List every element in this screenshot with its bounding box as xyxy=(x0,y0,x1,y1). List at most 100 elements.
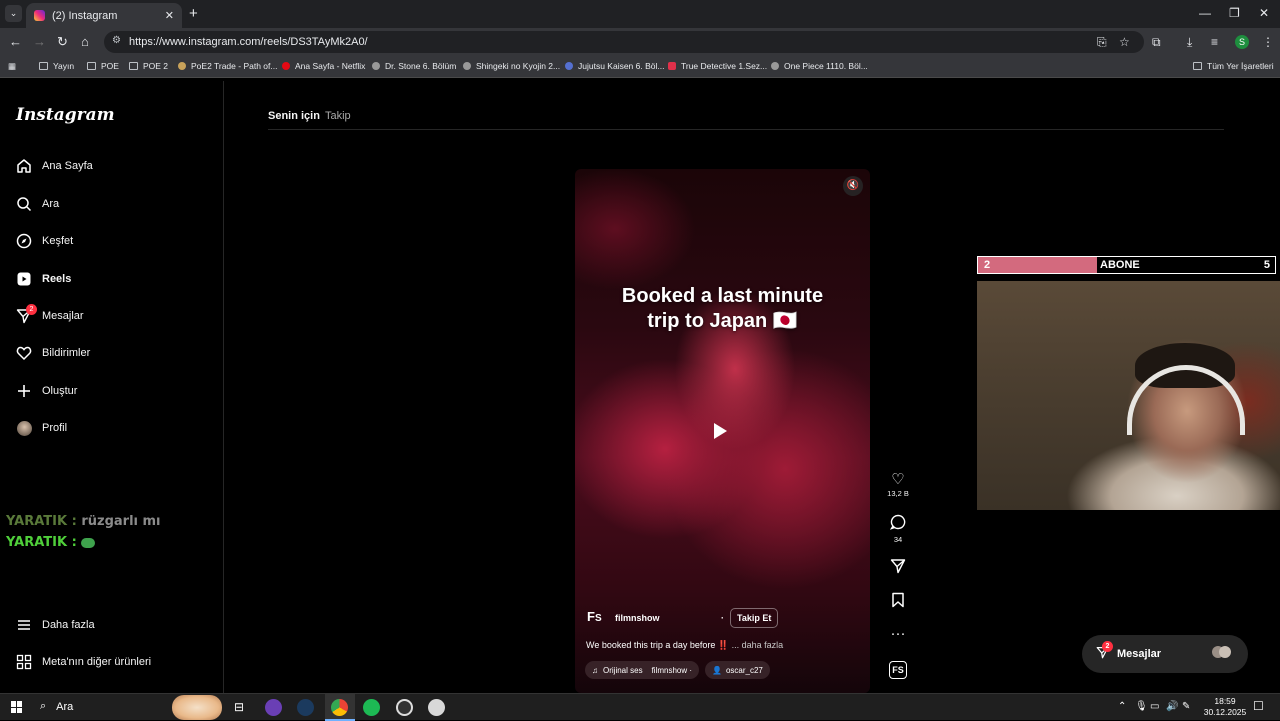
more-link[interactable]: ... daha fazla xyxy=(732,640,784,650)
tab-following[interactable]: Takip xyxy=(325,110,351,122)
microphone-icon[interactable]: 🎙 xyxy=(1135,701,1148,712)
emote-icon xyxy=(81,537,96,548)
bookmark-item[interactable]: True Detective 1.Sez... xyxy=(668,61,767,71)
bookmark-item[interactable]: Ana Sayfa - Netflix xyxy=(282,61,365,71)
audio-page-button[interactable]: FS xyxy=(886,661,910,679)
follow-group: · Takip Et xyxy=(721,608,779,628)
tab-search-button[interactable]: ⌄ xyxy=(5,5,22,22)
bookmark-item[interactable]: Shingeki no Kyojin 2... xyxy=(463,61,560,71)
obs-icon[interactable] xyxy=(396,699,413,716)
avatar-stack xyxy=(1212,646,1231,662)
site-icon xyxy=(668,62,676,70)
netflix-icon xyxy=(282,62,290,70)
bookmark-item[interactable]: One Piece 1110. Böl... xyxy=(771,61,868,71)
bookmark-icon xyxy=(886,592,910,613)
folder-icon xyxy=(87,62,96,70)
app-icon[interactable] xyxy=(428,699,445,716)
home-icon xyxy=(16,158,32,174)
notifications-icon[interactable]: ☐ xyxy=(1253,699,1264,713)
forward-icon[interactable]: → xyxy=(33,34,46,49)
heart-icon xyxy=(16,345,32,361)
task-view-icon[interactable]: ⊟ xyxy=(234,700,244,714)
mute-icon[interactable]: 🔇 xyxy=(843,176,863,196)
bookmark-folder[interactable]: Yayın xyxy=(39,61,74,71)
sidebar-item-home[interactable]: Ana Sayfa xyxy=(16,158,93,174)
sidebar-item-search[interactable]: Ara xyxy=(16,196,59,212)
sidebar-item-profile[interactable]: Profil xyxy=(16,420,67,436)
sub-goal-target: 5 xyxy=(1263,259,1270,271)
extensions-icon[interactable]: ⧉ xyxy=(1152,35,1161,50)
sub-goal-label: ABONE xyxy=(1100,259,1140,271)
chevron-up-icon[interactable]: ⌃ xyxy=(1118,701,1126,712)
more-dots-icon: ··· xyxy=(890,625,906,642)
sidebar-item-explore[interactable]: Keşfet xyxy=(16,233,73,249)
messages-pill[interactable]: 2 Mesajlar xyxy=(1082,635,1248,673)
bookmark-folder[interactable]: POE 2 xyxy=(129,61,168,71)
share-button[interactable] xyxy=(886,558,910,579)
bookmark-folder[interactable]: POE xyxy=(87,61,119,71)
play-icon[interactable] xyxy=(714,423,727,439)
app-icon-discord[interactable] xyxy=(265,699,282,716)
new-tab-button[interactable]: + xyxy=(189,5,198,22)
close-window-button[interactable]: ✕ xyxy=(1259,6,1269,20)
instagram-favicon xyxy=(34,10,45,21)
menu-kebab-icon[interactable]: ⋮ xyxy=(1262,35,1274,49)
messages-pill-badge: 2 xyxy=(1102,641,1113,652)
account-name[interactable]: filmnshow xyxy=(615,613,660,623)
address-bar[interactable]: ⚙ https://www.instagram.com/reels/DS3TAy… xyxy=(104,31,1144,53)
tagged-user-chip[interactable]: 👤 oscar_c27 xyxy=(705,661,770,679)
clock[interactable]: 18:59 30.12.2025 xyxy=(1202,696,1248,718)
chrome-icon[interactable] xyxy=(331,699,348,716)
browser-toolbar: ← → ↻ ⌂ ⚙ https://www.instagram.com/reel… xyxy=(0,28,1280,56)
bookmark-item[interactable]: Dr. Stone 6. Bölüm xyxy=(372,61,456,71)
instagram-logo[interactable]: Instagram xyxy=(16,105,115,125)
sidebar-item-meta[interactable]: Meta'nın diğer ürünleri xyxy=(16,654,151,670)
reading-list-icon[interactable]: ≡ xyxy=(1211,35,1218,49)
reel-video[interactable]: 🔇 Booked a last minute trip to Japan 🇯🇵 … xyxy=(575,169,870,693)
comment-button[interactable]: 34 xyxy=(886,514,910,544)
profile-avatar[interactable]: S xyxy=(1235,35,1249,49)
pen-icon[interactable]: ✎ xyxy=(1182,701,1190,712)
network-icon[interactable]: ▭ xyxy=(1150,701,1159,712)
save-button[interactable] xyxy=(886,592,910,613)
comment-count: 34 xyxy=(893,535,903,544)
sidebar-item-create[interactable]: Oluştur xyxy=(16,383,77,399)
chat-message: YARATIK : xyxy=(6,535,96,550)
spotify-icon[interactable] xyxy=(363,699,380,716)
bookmark-item[interactable]: Jujutsu Kaisen 6. Böl... xyxy=(565,61,664,71)
downloads-icon[interactable]: ⤓ xyxy=(1187,35,1192,50)
reels-icon xyxy=(16,271,32,287)
bookmark-item[interactable]: PoE2 Trade - Path of... xyxy=(178,61,277,71)
browser-tab[interactable]: (2) Instagram ✕ xyxy=(26,3,182,28)
minimize-button[interactable]: — xyxy=(1199,6,1211,20)
site-info-icon[interactable]: ⚙ xyxy=(112,35,121,46)
divider xyxy=(268,129,1224,130)
apps-grid-icon[interactable]: ▦ xyxy=(8,61,16,72)
sidebar-item-reels[interactable]: Reels xyxy=(16,271,71,287)
close-tab-icon[interactable]: ✕ xyxy=(165,9,174,22)
reload-icon[interactable]: ↻ xyxy=(57,34,68,50)
taskbar-search[interactable]: ⌕ Ara xyxy=(40,700,73,713)
home-button-icon[interactable]: ⌂ xyxy=(81,34,89,49)
more-options-button[interactable]: ··· xyxy=(886,625,910,643)
tab-for-you[interactable]: Senin için xyxy=(268,110,320,122)
audio-chip[interactable]: ♫ Orijinal ses filmnshow · xyxy=(585,661,700,679)
steam-icon[interactable] xyxy=(297,699,314,716)
install-app-icon[interactable]: ⎘ xyxy=(1097,35,1107,50)
sidebar-item-notifications[interactable]: Bildirimler xyxy=(16,345,90,361)
tab-title: (2) Instagram xyxy=(52,9,118,22)
volume-icon[interactable]: 🔊 xyxy=(1166,701,1178,712)
all-bookmarks-folder[interactable]: Tüm Yer İşaretleri xyxy=(1193,61,1274,71)
bookmark-star-icon[interactable]: ☆ xyxy=(1119,35,1130,49)
like-button[interactable]: ♡ 13,2 B xyxy=(886,471,910,498)
back-icon[interactable]: ← xyxy=(9,34,22,49)
restore-button[interactable]: ❐ xyxy=(1229,6,1240,20)
sidebar-item-more[interactable]: Daha fazla xyxy=(16,617,95,633)
follow-button[interactable]: Takip Et xyxy=(730,608,779,628)
site-icon xyxy=(565,62,573,70)
account-avatar[interactable]: FS xyxy=(587,609,607,629)
sidebar-item-messages[interactable]: 2 Mesajlar xyxy=(16,304,84,324)
windows-start-icon[interactable] xyxy=(11,701,23,713)
site-icon xyxy=(771,62,779,70)
search-icon xyxy=(16,196,32,212)
